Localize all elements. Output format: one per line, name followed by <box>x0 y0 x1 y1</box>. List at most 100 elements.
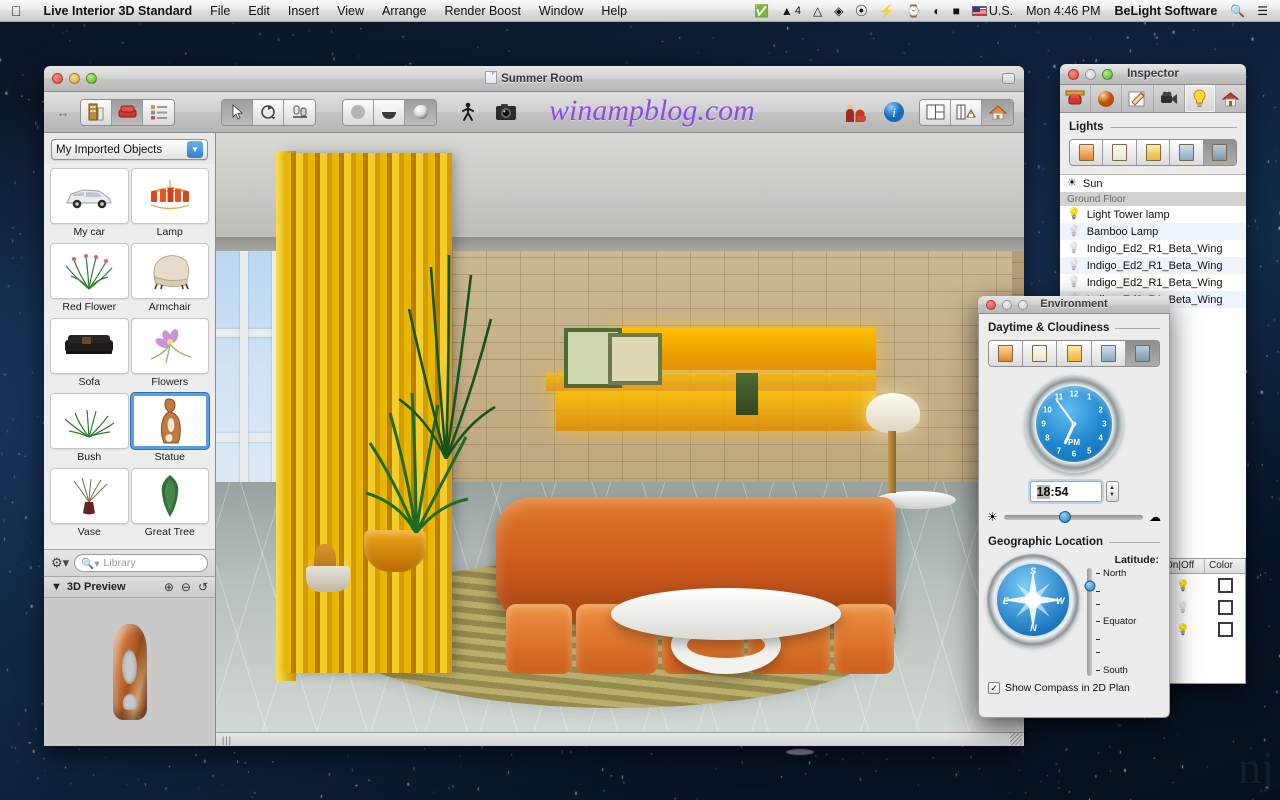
library-item-vase[interactable]: Vase <box>50 468 129 541</box>
tab-edit[interactable] <box>1122 85 1154 112</box>
time-stepper[interactable]: ▲ ▼ <box>1105 481 1119 502</box>
checkbox[interactable]: ✓ <box>988 682 1000 694</box>
building-icon[interactable] <box>81 99 112 125</box>
list-item[interactable]: 💡 Indigo_Ed2_R1_Beta_Wing <box>1060 274 1246 291</box>
menu-item-window[interactable]: Window <box>530 0 592 22</box>
stepper-up-icon[interactable]: ▲ <box>1109 485 1115 492</box>
menu-item-edit[interactable]: Edit <box>239 0 279 22</box>
search-icon[interactable]: 🔍 <box>1224 0 1251 22</box>
window-resize-grip[interactable] <box>1010 733 1022 745</box>
light-preset-segments[interactable] <box>1069 139 1237 166</box>
window-controls[interactable] <box>44 73 97 84</box>
main-window-titlebar[interactable]: Summer Room <box>44 66 1024 92</box>
compass-control[interactable]: S W N E <box>987 554 1079 646</box>
library-item-flowers[interactable]: Flowers <box>130 318 209 391</box>
menubar-user[interactable]: BeLight Software <box>1107 4 1224 18</box>
daylight-window-icon[interactable] <box>1103 140 1137 165</box>
minimize-button[interactable] <box>1085 68 1096 80</box>
toolbar-toggle-button[interactable] <box>1002 73 1015 84</box>
preview-3d-canvas[interactable] <box>44 598 215 746</box>
arrow-select-icon[interactable] <box>222 99 253 125</box>
zoom-button[interactable] <box>1102 68 1113 80</box>
people-icon[interactable] <box>841 98 871 126</box>
slider-knob[interactable] <box>1059 511 1072 523</box>
library-item-sofa[interactable]: Sofa <box>50 318 129 391</box>
daytime-clock[interactable]: 12 1 2 3 4 5 6 7 8 9 10 11 PM <box>1025 375 1123 473</box>
2d-plan-icon[interactable] <box>920 99 951 125</box>
3d-view-icon[interactable] <box>982 99 1013 125</box>
library-item-great-tree[interactable]: Great Tree <box>130 468 209 541</box>
object-grid[interactable]: My car Lamp Red Flower Armchair Sofa Flo… <box>44 164 215 549</box>
time-machine-icon[interactable]: ⌚ <box>900 0 927 22</box>
sunset-window-icon[interactable] <box>1136 140 1171 165</box>
list-item[interactable]: 💡 Indigo_Ed2_R1_Beta_Wing <box>1060 240 1246 257</box>
time-hours[interactable]: 18 <box>1036 484 1051 499</box>
menu-item-insert[interactable]: Insert <box>279 0 328 22</box>
scale-icon[interactable] <box>284 99 315 125</box>
disclosure-triangle-icon[interactable]: ▼ <box>51 581 62 593</box>
table-row[interactable]: 💡 <box>1161 596 1245 618</box>
google-drive-icon[interactable]: △ <box>807 0 828 22</box>
library-item-bush[interactable]: Bush <box>50 393 129 466</box>
close-button[interactable] <box>986 299 996 310</box>
menu-item-render-boost[interactable]: Render Boost <box>435 0 529 22</box>
split-view-icon[interactable] <box>951 99 982 125</box>
preview-tools[interactable]: ⊕ ⊖ ↺ <box>164 580 208 594</box>
time-minutes[interactable]: :54 <box>1050 485 1068 499</box>
time-input[interactable]: 18:54 <box>1029 481 1102 502</box>
close-button[interactable] <box>52 73 63 84</box>
color-swatch-cell[interactable] <box>1205 577 1245 593</box>
zoom-button[interactable] <box>1018 299 1028 310</box>
preview-header[interactable]: ▼ 3D Preview ⊕ ⊖ ↺ <box>44 576 215 598</box>
adobe-icon[interactable]: ▲ 4 <box>775 0 807 22</box>
list-item[interactable]: 💡 Indigo_Ed2_R1_Beta_Wing <box>1060 257 1246 274</box>
list-icon[interactable] <box>143 99 174 125</box>
menu-item-file[interactable]: File <box>201 0 239 22</box>
inspector-titlebar[interactable]: Inspector <box>1060 64 1246 85</box>
menu-item-app[interactable]: Live Interior 3D Standard <box>35 0 202 22</box>
color-swatch-cell[interactable] <box>1205 599 1245 615</box>
library-item-statue[interactable]: Statue <box>130 393 209 466</box>
furniture-icon[interactable] <box>112 99 143 125</box>
rotate-icon[interactable] <box>253 99 284 125</box>
view-mode-group[interactable] <box>80 98 175 126</box>
tab-building[interactable] <box>1216 85 1246 112</box>
bulb-off-icon[interactable]: 💡 <box>1067 243 1081 254</box>
library-item-lamp[interactable]: Lamp <box>130 168 209 241</box>
bulb-on-icon[interactable]: 💡 <box>1067 209 1081 220</box>
evernote-icon[interactable]: ⦿ <box>849 0 873 22</box>
menu-item-arrange[interactable]: Arrange <box>373 0 435 22</box>
bulb-off-icon[interactable]: 💡 <box>1067 277 1081 288</box>
library-item-armchair[interactable]: Armchair <box>130 243 209 316</box>
environment-titlebar[interactable]: Environment <box>978 296 1170 314</box>
morning-window-icon[interactable] <box>1070 140 1104 165</box>
list-item[interactable]: 💡 Light Tower lamp <box>1060 206 1246 223</box>
walkthrough-icon[interactable] <box>453 98 483 126</box>
table-row[interactable]: 💡 <box>1161 618 1245 640</box>
table-row[interactable]: 💡 <box>1161 574 1245 596</box>
custom-time-window-icon[interactable] <box>1203 140 1236 165</box>
input-source-flag-icon[interactable]: U.S. <box>966 0 1019 22</box>
view-layout-group[interactable] <box>919 98 1014 126</box>
battery-icon[interactable]: ■ <box>947 0 966 22</box>
night-window-icon[interactable] <box>1091 341 1126 366</box>
resize-handle-icon[interactable]: ↔ <box>52 98 74 126</box>
morning-window-icon[interactable] <box>989 341 1024 366</box>
3d-viewport[interactable]: ||| <box>216 133 1024 746</box>
render-mode-group[interactable] <box>342 98 437 126</box>
library-item-my-car[interactable]: My car <box>50 168 129 241</box>
custom-time-window-icon[interactable] <box>1125 341 1159 366</box>
tab-light[interactable] <box>1184 85 1216 112</box>
tab-object[interactable] <box>1060 85 1092 112</box>
menubar-clock[interactable]: Mon 4:46 PM <box>1019 4 1107 18</box>
camera-icon[interactable] <box>491 98 521 126</box>
flat-shading-icon[interactable] <box>343 99 374 125</box>
tab-camera[interactable] <box>1154 85 1185 112</box>
rotate-icon[interactable]: ↺ <box>198 580 208 594</box>
daylight-window-icon[interactable] <box>1023 341 1058 366</box>
resize-grip-icon[interactable]: ||| <box>222 735 232 745</box>
latitude-knob[interactable] <box>1084 580 1095 592</box>
shaded-icon[interactable] <box>374 99 405 125</box>
list-item[interactable]: ☀ Sun <box>1060 175 1246 192</box>
chevron-down-icon[interactable]: ▼ <box>187 141 203 158</box>
